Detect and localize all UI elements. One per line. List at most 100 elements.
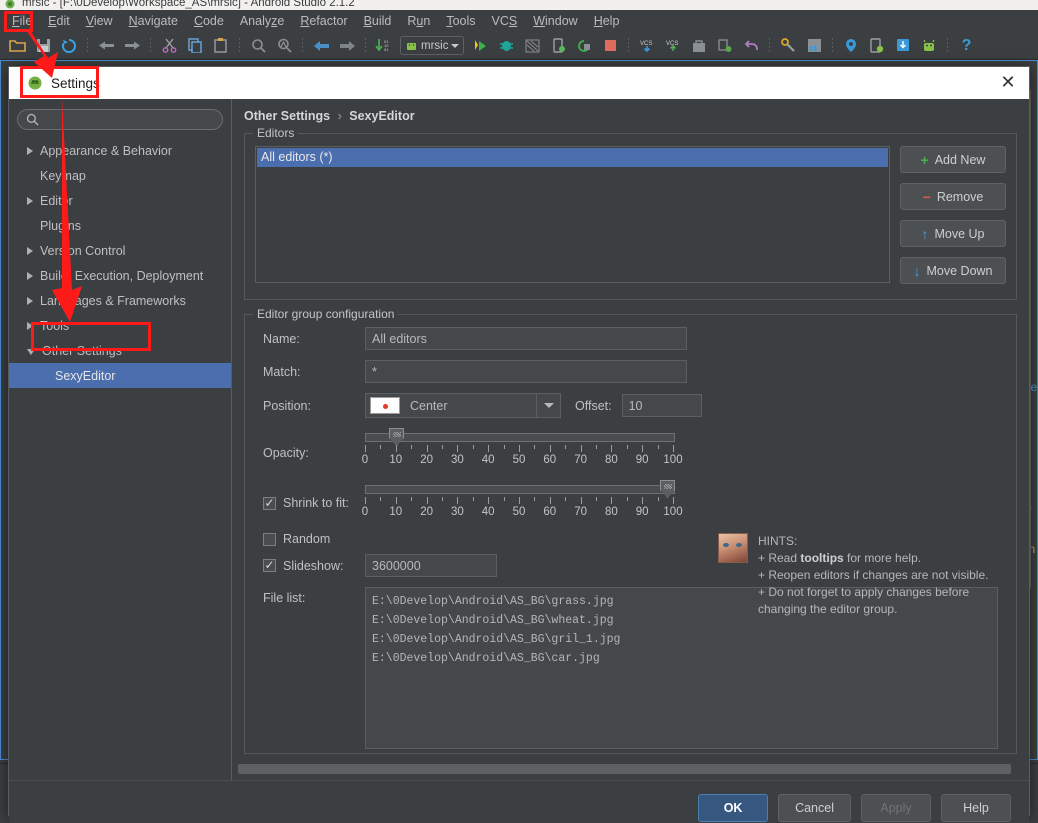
menu-tools[interactable]: Tools [438, 12, 483, 30]
menu-file[interactable]: File [4, 12, 40, 30]
file-list-item[interactable]: E:\0Develop\Android\AS_BG\gril_1.jpg [372, 630, 991, 649]
copy-icon[interactable] [184, 35, 206, 57]
sidebar-item-label: Version Control [40, 243, 126, 258]
shrink-to-fit-checkbox[interactable]: Shrink to fit: [255, 480, 365, 510]
menu-run[interactable]: Run [399, 12, 438, 30]
editors-list[interactable]: All editors (*) [255, 146, 890, 283]
gradle-sync-icon[interactable]: 01 10 01 [373, 35, 395, 57]
sidebar-item-editor[interactable]: Editor [9, 188, 231, 213]
checkbox-box[interactable] [263, 496, 276, 510]
vcs-history-icon[interactable] [688, 35, 710, 57]
editors-row: All editors (*) + Add New − Remove ↑ Mov… [255, 146, 1006, 284]
opacity-slider-thumb[interactable] [389, 428, 404, 446]
sdk-manager-icon[interactable] [892, 35, 914, 57]
menu-vcs[interactable]: VCS [484, 12, 526, 30]
open-folder-icon[interactable] [6, 35, 28, 57]
debug-icon[interactable] [495, 35, 517, 57]
menu-window[interactable]: Window [525, 12, 585, 30]
cut-icon[interactable] [158, 35, 180, 57]
project-structure-icon[interactable] [803, 35, 825, 57]
svg-text:VCS: VCS [640, 41, 652, 47]
chevron-down-icon[interactable] [536, 394, 560, 417]
shrink-slider-thumb[interactable] [660, 480, 675, 498]
sidebar-item-appearance-behavior[interactable]: Appearance & Behavior [9, 138, 231, 163]
remove-button[interactable]: − Remove [900, 183, 1006, 210]
menu-refactor[interactable]: Refactor [292, 12, 355, 30]
opacity-slider-track[interactable] [365, 433, 675, 442]
name-input[interactable] [365, 327, 687, 350]
sidebar-item-other-settings[interactable]: Other Settings [9, 338, 231, 363]
replace-icon[interactable] [273, 35, 295, 57]
profiler-icon[interactable] [547, 35, 569, 57]
sidebar-item-build-execution-deployment[interactable]: Build, Execution, Deployment [9, 263, 231, 288]
content-horizontal-scrollbar[interactable] [238, 764, 1011, 774]
position-value: Center [410, 398, 448, 413]
file-list-item[interactable]: E:\0Develop\Android\AS_BG\car.jpg [372, 649, 991, 668]
run-icon[interactable] [469, 35, 491, 57]
list-item[interactable]: All editors (*) [257, 148, 888, 167]
close-icon[interactable]: ✕ [997, 72, 1019, 94]
shrink-tick-labels: 0 10 20 30 40 50 60 70 80 90 100 [362, 506, 683, 520]
menu-navigate[interactable]: Navigate [121, 12, 186, 30]
sidebar-item-tools[interactable]: Tools [9, 313, 231, 338]
sidebar-item-label: Keymap [40, 168, 86, 183]
sync-icon[interactable] [58, 35, 80, 57]
hint-bold: tooltips [800, 551, 844, 565]
sidebar-item-version-control[interactable]: Version Control [9, 238, 231, 263]
help-icon[interactable]: ? [955, 35, 977, 57]
undo-icon[interactable] [95, 35, 117, 57]
offset-input[interactable] [621, 394, 702, 417]
position-dropdown[interactable]: Center [365, 393, 561, 418]
sidebar-item-languages-frameworks[interactable]: Languages & Frameworks [9, 288, 231, 313]
sidebar-item-plugins[interactable]: Plugins [9, 213, 231, 238]
back-icon[interactable] [310, 35, 332, 57]
vcs-rollback-icon[interactable] [740, 35, 762, 57]
settings-wrench-icon[interactable] [777, 35, 799, 57]
vcs-commit-icon[interactable]: VCS [662, 35, 684, 57]
rerun-icon[interactable] [573, 35, 595, 57]
move-down-button[interactable]: ↓ Move Down [900, 257, 1006, 284]
device-monitor-icon[interactable] [866, 35, 888, 57]
add-new-button[interactable]: + Add New [900, 146, 1006, 173]
find-icon[interactable] [247, 35, 269, 57]
apply-button[interactable]: Apply [861, 794, 931, 822]
search-input[interactable] [17, 109, 223, 130]
slideshow-interval-input[interactable] [365, 554, 497, 577]
opacity-slider[interactable]: 0 10 20 30 40 50 60 70 80 90 100 [362, 428, 683, 474]
run-configuration-selector[interactable]: mrsic [400, 36, 465, 55]
breadcrumb-parent[interactable]: Other Settings [244, 109, 330, 123]
menu-help[interactable]: Help [586, 12, 628, 30]
arrow-up-icon: ↑ [921, 225, 929, 242]
vcs-update-icon[interactable]: VCS [636, 35, 658, 57]
avd-manager-icon[interactable] [840, 35, 862, 57]
vcs-diff-icon[interactable] [714, 35, 736, 57]
coverage-icon[interactable] [521, 35, 543, 57]
redo-icon[interactable] [121, 35, 143, 57]
slider-tick-major [457, 497, 459, 504]
save-all-icon[interactable] [32, 35, 54, 57]
paste-icon[interactable] [210, 35, 232, 57]
menu-view[interactable]: View [78, 12, 121, 30]
svg-text:01: 01 [384, 47, 389, 52]
stop-icon[interactable] [599, 35, 621, 57]
forward-icon[interactable] [336, 35, 358, 57]
shrink-slider[interactable]: 0 10 20 30 40 50 60 70 80 90 100 [362, 480, 683, 526]
android-icon[interactable] [918, 35, 940, 57]
shrink-slider-track[interactable] [365, 485, 675, 494]
menu-analyze[interactable]: Analyze [232, 12, 292, 30]
menu-build[interactable]: Build [356, 12, 400, 30]
help-button[interactable]: Help [941, 794, 1011, 822]
cancel-button[interactable]: Cancel [778, 794, 851, 822]
checkbox-box[interactable] [263, 559, 276, 572]
slideshow-checkbox[interactable]: Slideshow: [255, 559, 365, 573]
sidebar-item-keymap[interactable]: Keymap [9, 163, 231, 188]
move-up-button[interactable]: ↑ Move Up [900, 220, 1006, 247]
file-list-label: File list: [263, 591, 306, 605]
menu-code[interactable]: Code [186, 12, 232, 30]
menu-edit[interactable]: Edit [40, 12, 78, 30]
match-input[interactable] [365, 360, 687, 383]
ok-button[interactable]: OK [698, 794, 769, 822]
random-checkbox[interactable]: Random [255, 532, 330, 546]
sidebar-item-sexyeditor[interactable]: SexyEditor [9, 363, 231, 388]
checkbox-box[interactable] [263, 532, 276, 546]
